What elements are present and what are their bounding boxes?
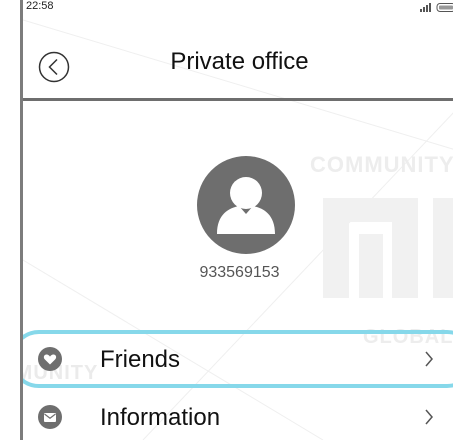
watermark-community: COMMUNITY <box>310 152 453 177</box>
chevron-right-icon <box>425 409 433 425</box>
user-avatar-icon[interactable] <box>197 156 295 254</box>
app-screen: COMMUNITY GLOBAL MMUNITY 22:58 Private o… <box>20 0 453 440</box>
envelope-icon <box>38 405 62 429</box>
signal-icon <box>420 3 431 12</box>
header-divider <box>23 98 453 101</box>
person-silhouette-icon <box>217 177 275 234</box>
user-id: 933569153 <box>199 264 280 281</box>
app-header: Private office <box>23 14 453 98</box>
chevron-right-icon <box>425 351 433 367</box>
status-bar: 22:58 <box>23 0 453 14</box>
menu-item-friends[interactable]: Friends <box>23 336 453 382</box>
battery-icon <box>436 3 453 12</box>
menu-item-label: Friends <box>100 346 181 373</box>
watermark-mi-logo <box>323 198 453 298</box>
menu-item-label: Information <box>100 404 221 431</box>
menu-item-information[interactable]: Information <box>23 394 453 440</box>
page-title: Private office <box>170 48 309 75</box>
status-time: 22:58 <box>26 0 54 12</box>
heart-icon <box>38 347 62 371</box>
